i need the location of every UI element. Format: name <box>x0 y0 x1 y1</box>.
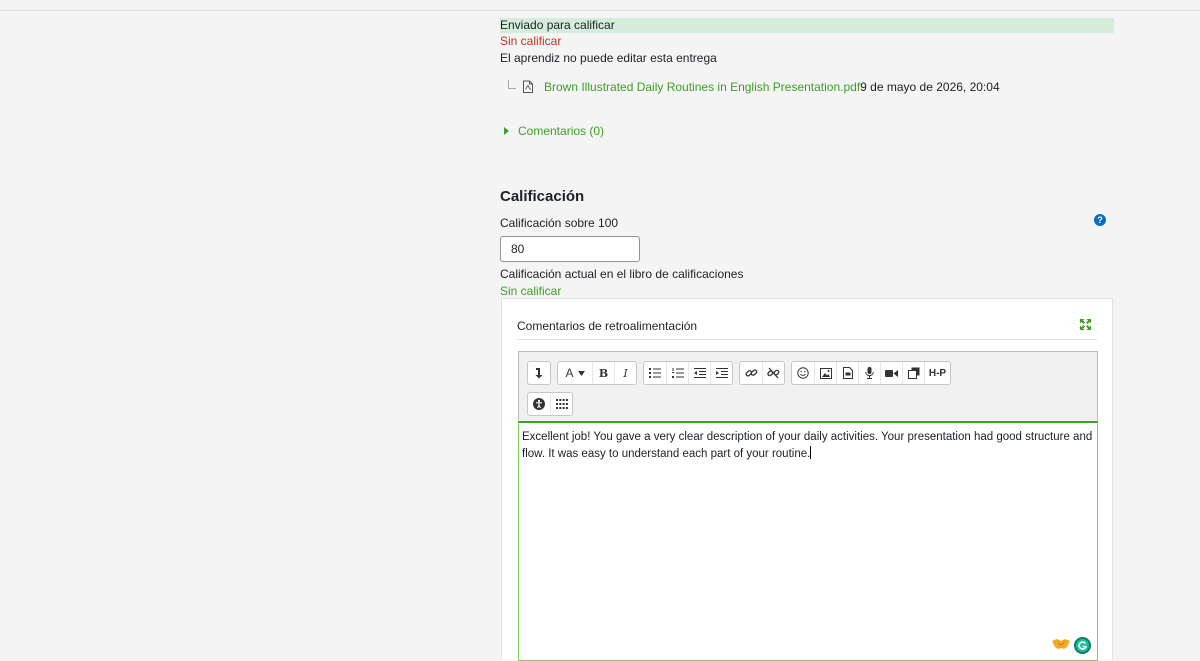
handshake-icon <box>1052 638 1070 653</box>
submission-status: Enviado para calificar <box>500 18 1114 33</box>
screenreader-grid-icon[interactable] <box>550 393 572 415</box>
feedback-title-divider <box>517 339 1097 340</box>
text-cursor <box>810 446 812 459</box>
font-style-dropdown[interactable]: A <box>558 362 592 384</box>
pdf-file-icon <box>522 80 536 94</box>
link-icon[interactable] <box>740 362 762 384</box>
grade-input[interactable] <box>500 236 640 262</box>
question-circle-icon[interactable]: ? <box>1094 214 1106 226</box>
emoticon-icon[interactable] <box>792 362 814 384</box>
current-grade-label: Calificación actual en el libro de calif… <box>500 267 744 281</box>
copy-icon[interactable] <box>902 362 924 384</box>
indent-icon[interactable] <box>710 362 732 384</box>
editor-toolbar: A B I H-P <box>518 351 1098 421</box>
grade-heading: Calificación <box>500 188 585 205</box>
grammarly-widget[interactable] <box>1052 637 1091 654</box>
feedback-title: Comentarios de retroalimentación <box>517 319 698 333</box>
submitted-file-date: 9 de mayo de 2026, 20:04 <box>860 80 1000 94</box>
toolbar-group-toggle <box>527 361 551 385</box>
submission-panel: Enviado para calificar Sin calificar El … <box>500 18 1114 298</box>
media-file-icon[interactable] <box>836 362 858 384</box>
toolbar-group-media: H-P <box>791 361 951 385</box>
toolbar-group-extra <box>527 392 573 416</box>
feedback-editor-content[interactable]: Excellent job! You gave a very clear des… <box>519 423 1097 463</box>
grading-status: Sin calificar <box>500 34 562 48</box>
feedback-text: Excellent job! You gave a very clear des… <box>522 431 1093 460</box>
edit-lock-status: El aprendiz no puede editar esta entrega <box>500 51 717 65</box>
unlink-icon[interactable] <box>762 362 784 384</box>
microphone-icon[interactable] <box>858 362 880 384</box>
fullscreen-expand-icon[interactable] <box>1080 319 1091 330</box>
bold-button[interactable]: B <box>592 362 614 384</box>
video-camera-icon[interactable] <box>880 362 902 384</box>
toolbar-group-lists <box>643 361 733 385</box>
chevron-down-icon <box>577 370 585 376</box>
h5p-button[interactable]: H-P <box>924 362 950 384</box>
caret-right-icon <box>504 127 509 135</box>
tree-connector <box>508 79 516 89</box>
toolbar-toggle-icon[interactable] <box>528 362 550 384</box>
toolbar-group-text: A B I <box>557 361 637 385</box>
outdent-icon[interactable] <box>688 362 710 384</box>
top-divider <box>0 10 1200 11</box>
unordered-list-icon[interactable] <box>644 362 666 384</box>
font-style-label: A <box>565 366 574 380</box>
toolbar-group-links <box>739 361 785 385</box>
accessibility-icon[interactable] <box>528 393 550 415</box>
feedback-card: Comentarios de retroalimentación A B I H… <box>501 298 1113 661</box>
current-grade-value: Sin calificar <box>500 284 562 298</box>
ordered-list-icon[interactable] <box>666 362 688 384</box>
grade-label: Calificación sobre 100 <box>500 216 619 230</box>
image-icon[interactable] <box>814 362 836 384</box>
feedback-editor[interactable]: Excellent job! You gave a very clear des… <box>518 421 1098 661</box>
italic-button[interactable]: I <box>614 362 636 384</box>
submitted-file-row: Brown Illustrated Daily Routines in Engl… <box>508 79 1000 94</box>
comments-toggle[interactable]: Comentarios (0) <box>500 124 604 138</box>
submitted-file-link[interactable]: Brown Illustrated Daily Routines in Engl… <box>544 80 860 94</box>
comments-toggle-label: Comentarios (0) <box>518 124 605 138</box>
grammarly-icon[interactable] <box>1074 637 1091 654</box>
